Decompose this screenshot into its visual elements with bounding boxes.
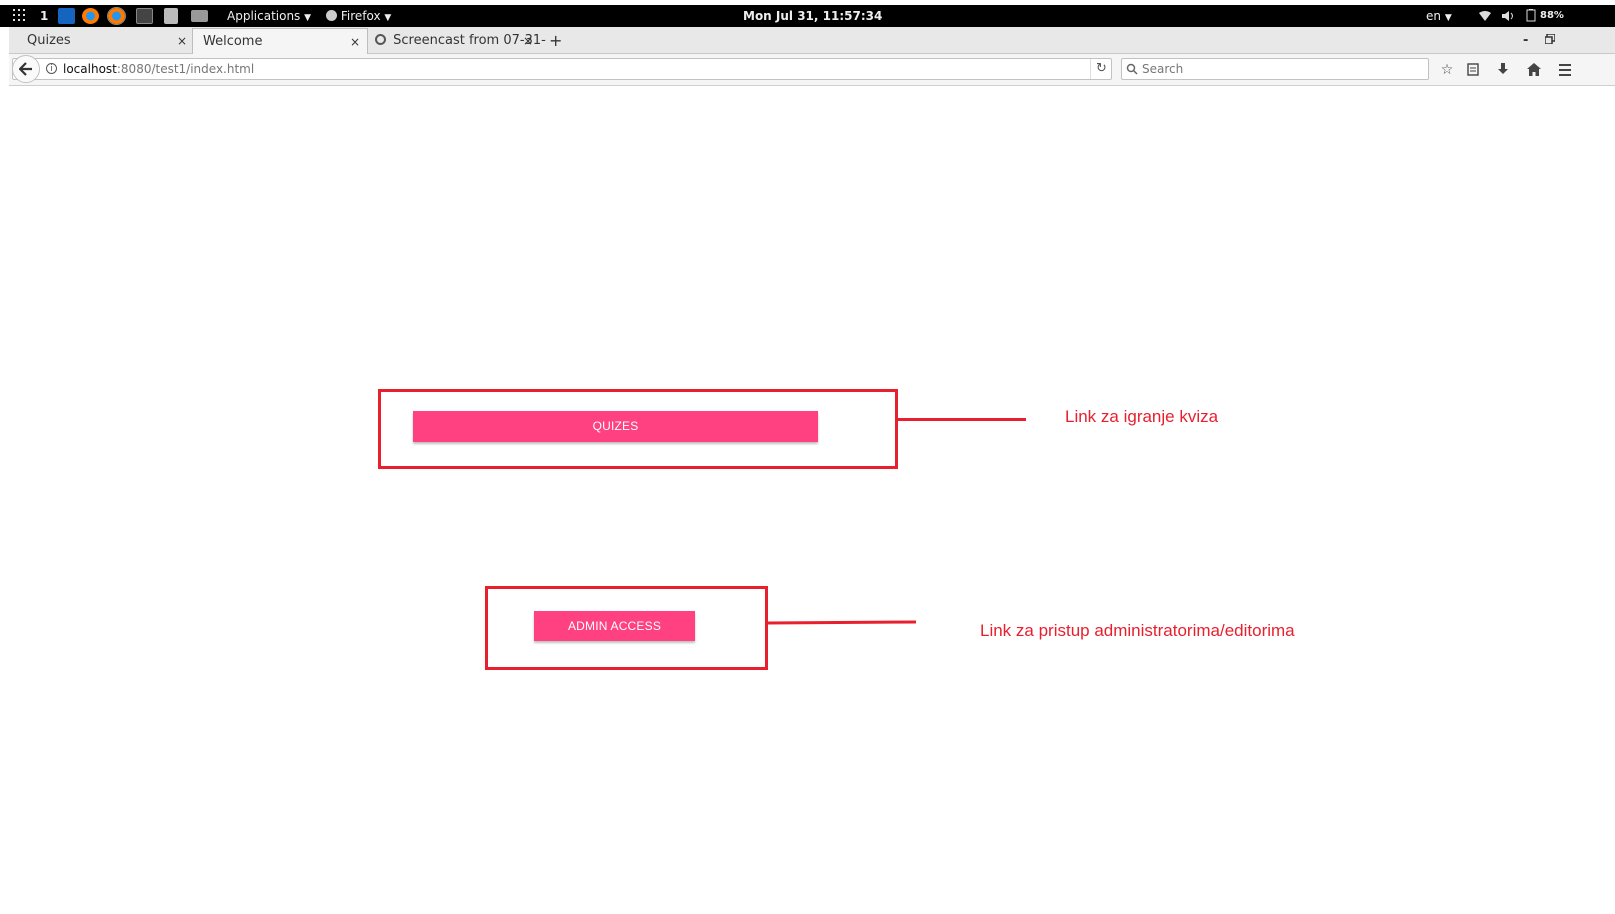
quizes-button[interactable]: QUIZES: [413, 411, 818, 442]
tab-close-icon[interactable]: ×: [350, 29, 360, 55]
reload-icon[interactable]: ↻: [1090, 59, 1112, 79]
bookmark-star-icon[interactable]: ☆: [1437, 60, 1457, 80]
search-bar[interactable]: Search: [1121, 58, 1429, 80]
volume-icon[interactable]: [1501, 5, 1517, 27]
battery-percent: 88%: [1540, 10, 1564, 21]
url-text: localhost:8080/test1/index.html: [63, 59, 254, 79]
screen: 1 Applications ▼ Firefox ▼ Mon Jul 31, 1…: [0, 0, 1615, 914]
screen-icon[interactable]: [191, 10, 208, 22]
back-arrow-icon: [18, 62, 32, 76]
applications-label: Applications: [227, 9, 301, 23]
admin-access-button[interactable]: ADMIN ACCESS: [534, 611, 695, 641]
back-button[interactable]: [12, 55, 40, 83]
chevron-down-icon: ▼: [384, 13, 392, 23]
admin-annotation-line: [767, 620, 917, 625]
download-arrow-icon[interactable]: [1493, 60, 1513, 80]
desktop-icon[interactable]: [58, 8, 75, 24]
tab-welcome[interactable]: Welcome ×: [192, 28, 368, 55]
language-menu[interactable]: en ▼: [1426, 5, 1452, 27]
firefox-app-menu[interactable]: Firefox ▼: [326, 5, 391, 27]
minimize-button[interactable]: -: [1521, 28, 1535, 54]
workspace-indicator[interactable]: 1: [40, 5, 48, 27]
reading-list-icon[interactable]: [1463, 60, 1483, 80]
applications-menu[interactable]: Applications ▼: [227, 5, 311, 27]
text-editor-icon[interactable]: [164, 8, 178, 24]
firefox-app-label: Firefox: [340, 9, 381, 23]
info-icon[interactable]: i: [46, 63, 57, 74]
nav-bar: i localhost:8080/test1/index.html ↻ Sear…: [9, 54, 1615, 86]
url-path: :8080/test1/index.html: [116, 62, 255, 76]
tab-label: Welcome: [203, 34, 263, 49]
new-tab-button[interactable]: +: [545, 28, 571, 54]
home-icon[interactable]: [1524, 60, 1544, 80]
firefox-active-icon[interactable]: [107, 7, 126, 25]
tab-close-icon[interactable]: ×: [523, 28, 533, 54]
tab-quizes[interactable]: Quizes ×: [17, 28, 194, 54]
apps-grid-icon[interactable]: [13, 5, 27, 27]
chevron-down-icon: ▼: [1444, 13, 1452, 23]
battery-icon[interactable]: [1526, 5, 1536, 27]
camera-icon: [375, 34, 386, 45]
url-bar[interactable]: i localhost:8080/test1/index.html ↻: [12, 55, 1112, 83]
chevron-down-icon: ▼: [304, 13, 312, 23]
firefox-small-icon: [326, 10, 337, 21]
tab-label: Quizes: [27, 33, 71, 48]
admin-annotation: Link za pristup administratorima/editori…: [980, 621, 1295, 640]
firefox-launcher-icon[interactable]: [82, 8, 99, 24]
menu-hamburger-icon[interactable]: [1555, 60, 1575, 80]
restore-button[interactable]: [1544, 28, 1559, 54]
search-icon: [1126, 59, 1138, 81]
search-placeholder: Search: [1142, 62, 1184, 76]
tab-close-icon[interactable]: ×: [177, 28, 187, 54]
wifi-icon[interactable]: [1478, 5, 1492, 27]
quizes-annotation-line: [898, 418, 1026, 421]
top-panel: 1 Applications ▼ Firefox ▼ Mon Jul 31, 1…: [0, 0, 1615, 27]
tab-bar: Quizes × Welcome × Screencast from 07-31…: [9, 27, 1615, 55]
tab-screencast[interactable]: Screencast from 07-31- ×: [369, 28, 546, 54]
language-label: en: [1426, 9, 1441, 23]
quizes-annotation: Link za igranje kviza: [1065, 407, 1219, 426]
terminal-icon[interactable]: [136, 8, 153, 24]
clock[interactable]: Mon Jul 31, 11:57:34: [743, 5, 882, 27]
url-host: localhost: [63, 62, 117, 76]
